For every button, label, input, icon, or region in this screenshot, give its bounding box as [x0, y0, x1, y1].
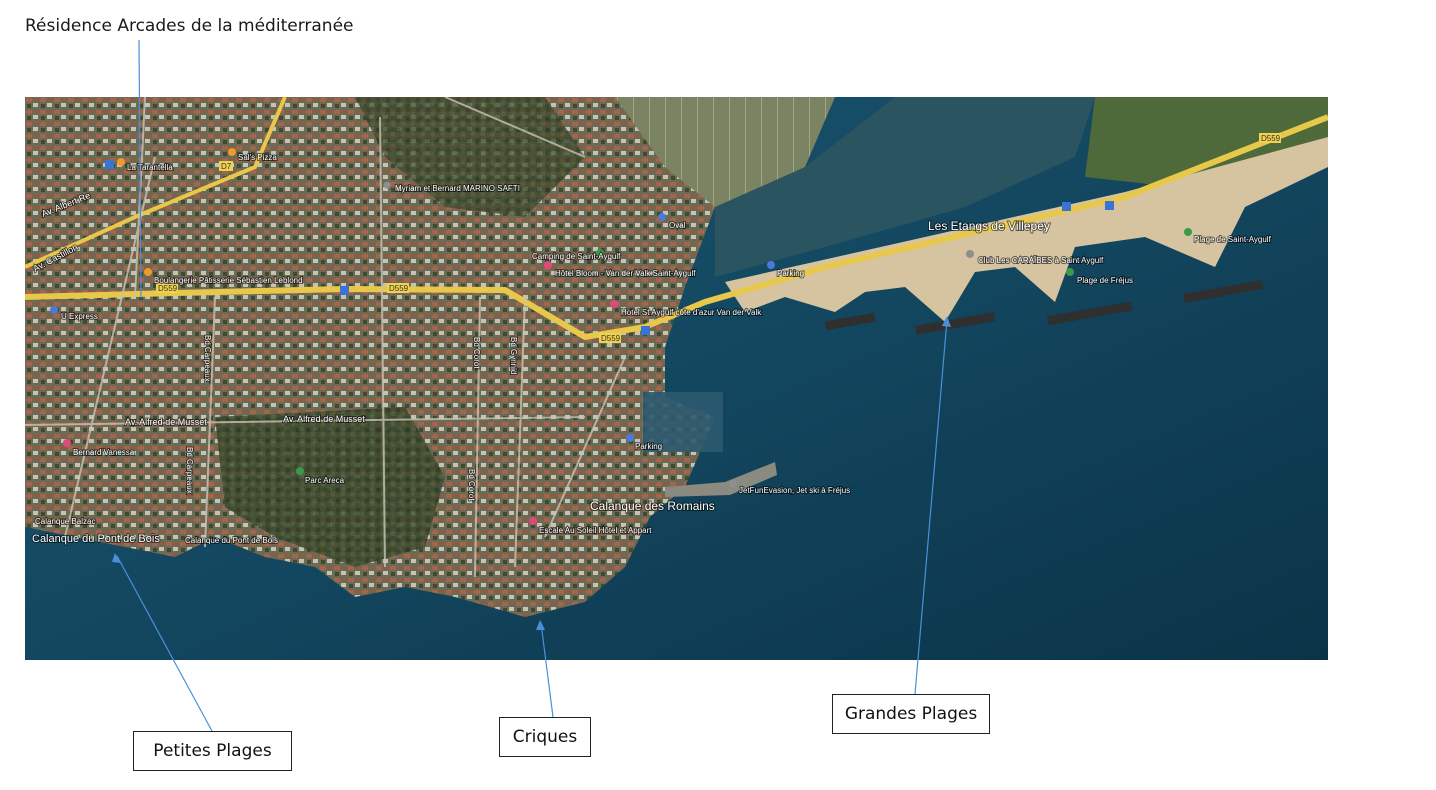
poi-label: Parc Areca [305, 476, 345, 485]
poi-label: Plage de Saint-Aygulf [1194, 235, 1272, 244]
street-label-bd-corot: Bd Corot [472, 337, 481, 369]
poi-label: Camping de Saint-Aygulf [532, 252, 621, 261]
road-badge-label: D7 [221, 162, 232, 171]
road-badge-d559-c: D559 [599, 333, 621, 343]
poi-label: Bernard Vanessa [73, 448, 135, 457]
street-label-av-musset: Av. Alfred de Musset [125, 417, 207, 427]
poi-label: Myriam et Bernard MARINO SAFTI [395, 184, 520, 193]
poi-calanque-balzac[interactable]: Calanque Balzac [34, 516, 96, 527]
poi-label: Hôtel Bloom - Van der Valk Saint-Aygulf [555, 269, 696, 278]
road-badge-label: D559 [1261, 134, 1281, 143]
poi-label: Parking [635, 442, 662, 451]
poi-label: U Express [61, 312, 98, 321]
poi-myriam[interactable]: Myriam et Bernard MARINO SAFTI [383, 181, 521, 194]
road-badge-d7: D7 [219, 161, 233, 171]
poi-label: Plage de Fréjus [1077, 276, 1133, 285]
label-calanque-romains: Calanque des Romains [590, 499, 715, 513]
bus-stop-icon[interactable] [105, 160, 114, 169]
road-badge-label: D559 [158, 284, 178, 293]
poi-label: Sal's Pizza [238, 153, 277, 162]
map-canvas[interactable]: D559 D559 D559 D559 D7 Av. Albert Re Av.… [25, 97, 1328, 660]
poi-label: Boulangerie Pâtisserie Sébastien Leblond [154, 276, 303, 285]
label-calanque-pont-de-bois-small: Calanque du Pont de Bois [185, 536, 278, 545]
bus-stop-icon[interactable] [1062, 202, 1071, 211]
poi-label: Calanque Balzac [35, 517, 95, 526]
street-label-bd-carpeaux: Bd Carpeaux [185, 447, 194, 494]
road-badge-label: D559 [389, 284, 409, 293]
poi-label: Oval [669, 221, 686, 230]
poi-label: Escale Au Soleil Hôtel et Appart [539, 526, 652, 535]
poi-label: Club Les CARAÏBES à Saint Aygulf [978, 256, 1104, 265]
street-label-bd-carpeaux: Bd Carpeaux [203, 335, 212, 382]
poi-label: La Tarantella [127, 163, 173, 172]
poi-label: JetFunEvasion, Jet ski à Fréjus [739, 486, 850, 495]
road-badge-label: D559 [601, 334, 621, 343]
street-label-av-musset: Av. Alfred de Musset [283, 414, 365, 424]
top-caption: Résidence Arcades de la méditerranée [25, 16, 354, 36]
callout-grandes-plages: Grandes Plages [832, 694, 990, 734]
street-label-bd-corot: Bd Corot [467, 469, 476, 501]
poi-label: Parking [777, 269, 804, 278]
label-etangs-villepey: Les Etangs de Villepey [928, 219, 1050, 233]
satellite-map[interactable]: D559 D559 D559 D559 D7 Av. Albert Re Av.… [25, 97, 1328, 660]
callout-criques: Criques [499, 717, 591, 757]
callout-petites-plages: Petites Plages [133, 731, 292, 771]
road-badge-d559-d: D559 [1259, 133, 1281, 143]
label-calanque-pont-de-bois: Calanque du Pont de Bois [32, 533, 160, 545]
bus-stop-icon[interactable] [641, 326, 650, 335]
poi-label: Hotel St Aygulf côte d'azur Van der Valk [621, 308, 762, 317]
street-label-bd-gynnid: Bd Gynnid [509, 337, 518, 374]
bus-stop-icon[interactable] [340, 286, 349, 295]
road-badge-d559-b: D559 [387, 283, 409, 293]
bus-stop-icon[interactable] [1105, 201, 1114, 210]
